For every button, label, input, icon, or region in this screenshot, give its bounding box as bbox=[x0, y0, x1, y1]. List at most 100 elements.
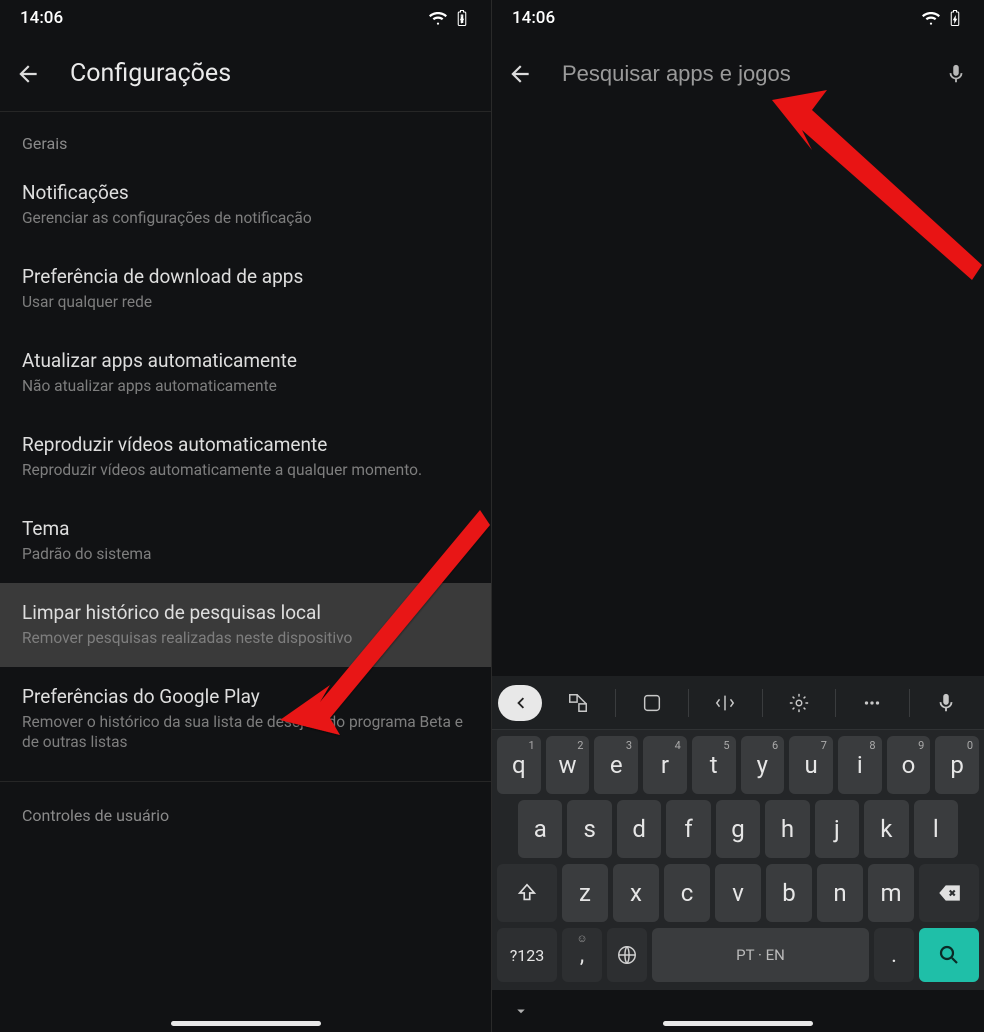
app-bar-settings: Configurações bbox=[0, 36, 491, 112]
item-atualizar-apps[interactable]: Atualizar apps automaticamente Não atual… bbox=[0, 331, 491, 415]
text-select-icon bbox=[714, 692, 736, 714]
status-time: 14:06 bbox=[512, 8, 555, 28]
back-button[interactable] bbox=[14, 60, 42, 88]
arrow-back-icon bbox=[507, 61, 533, 87]
keyboard: 1q 2w 3e 4r 5t 6y 7u 8i 9o 0p a s d f g … bbox=[492, 676, 984, 990]
keyboard-tool-resize[interactable] bbox=[693, 684, 758, 722]
keyboard-tool-translate[interactable] bbox=[546, 684, 611, 722]
status-icons bbox=[429, 9, 471, 27]
key-a[interactable]: a bbox=[518, 800, 562, 858]
shift-icon bbox=[516, 882, 538, 904]
search-input[interactable] bbox=[562, 61, 914, 87]
item-sub: Reproduzir vídeos automaticamente a qual… bbox=[22, 460, 469, 481]
keyboard-row-2: a s d f g h j k l bbox=[492, 794, 984, 858]
key-f[interactable]: f bbox=[666, 800, 710, 858]
key-r[interactable]: 4r bbox=[643, 736, 687, 794]
item-limpar-historico[interactable]: Limpar histórico de pesquisas local Remo… bbox=[0, 583, 491, 667]
item-sub: Remover o histórico da sua lista de dese… bbox=[22, 712, 469, 754]
key-y[interactable]: 6y bbox=[741, 736, 785, 794]
keyboard-row-3: z x c v b n m bbox=[492, 858, 984, 922]
settings-list[interactable]: Gerais Notificações Gerenciar as configu… bbox=[0, 112, 491, 1032]
key-period[interactable]: . bbox=[874, 928, 914, 982]
wifi-icon bbox=[429, 9, 447, 27]
nav-handle[interactable] bbox=[171, 1021, 321, 1026]
key-shift[interactable] bbox=[497, 864, 557, 922]
section-header-controles: Controles de usuário bbox=[0, 782, 491, 835]
item-reproduzir-videos[interactable]: Reproduzir vídeos automaticamente Reprod… bbox=[0, 415, 491, 499]
key-language[interactable] bbox=[607, 928, 647, 982]
key-t[interactable]: 5t bbox=[692, 736, 736, 794]
key-comma[interactable]: ☺, bbox=[562, 928, 602, 982]
key-p[interactable]: 0p bbox=[935, 736, 979, 794]
key-g[interactable]: g bbox=[716, 800, 760, 858]
key-z[interactable]: z bbox=[562, 864, 608, 922]
item-title: Atualizar apps automaticamente bbox=[22, 349, 469, 372]
search-results-empty bbox=[492, 112, 984, 676]
keyboard-row-1: 1q 2w 3e 4r 5t 6y 7u 8i 9o 0p bbox=[492, 730, 984, 794]
key-symbols[interactable]: ?123 bbox=[497, 928, 557, 982]
keyboard-tool-settings[interactable] bbox=[767, 684, 832, 722]
arrow-back-icon bbox=[15, 61, 41, 87]
item-notificacoes[interactable]: Notificações Gerenciar as configurações … bbox=[0, 163, 491, 247]
battery-icon bbox=[946, 9, 964, 27]
item-title: Tema bbox=[22, 517, 469, 540]
key-o[interactable]: 9o bbox=[887, 736, 931, 794]
key-e[interactable]: 3e bbox=[594, 736, 638, 794]
key-k[interactable]: k bbox=[864, 800, 908, 858]
item-title: Preferências do Google Play bbox=[22, 685, 469, 708]
section-header-gerais: Gerais bbox=[0, 112, 491, 163]
key-i[interactable]: 8i bbox=[838, 736, 882, 794]
item-tema[interactable]: Tema Padrão do sistema bbox=[0, 499, 491, 583]
key-s[interactable]: s bbox=[567, 800, 611, 858]
item-title: Preferência de download de apps bbox=[22, 265, 469, 288]
chevron-down-icon[interactable] bbox=[512, 1002, 530, 1020]
battery-icon bbox=[453, 9, 471, 27]
key-w[interactable]: 2w bbox=[546, 736, 590, 794]
more-horizontal-icon bbox=[861, 692, 883, 714]
search-icon bbox=[937, 943, 961, 967]
sticker-icon bbox=[641, 692, 663, 714]
key-d[interactable]: d bbox=[617, 800, 661, 858]
key-j[interactable]: j bbox=[815, 800, 859, 858]
wifi-icon bbox=[922, 9, 940, 27]
key-q[interactable]: 1q bbox=[497, 736, 541, 794]
item-sub: Gerenciar as configurações de notificaçã… bbox=[22, 208, 469, 229]
key-x[interactable]: x bbox=[613, 864, 659, 922]
translate-icon bbox=[567, 692, 589, 714]
status-bar: 14:06 bbox=[0, 0, 491, 36]
page-title: Configurações bbox=[70, 59, 231, 88]
key-h[interactable]: h bbox=[765, 800, 809, 858]
key-u[interactable]: 7u bbox=[789, 736, 833, 794]
status-icons bbox=[922, 9, 964, 27]
microphone-icon bbox=[935, 692, 957, 714]
keyboard-toolbar-expand[interactable] bbox=[498, 685, 542, 721]
item-title: Notificações bbox=[22, 181, 469, 204]
key-space[interactable]: PT · EN bbox=[652, 928, 869, 982]
key-backspace[interactable] bbox=[919, 864, 979, 922]
key-c[interactable]: c bbox=[664, 864, 710, 922]
phone-left-settings: 14:06 Configurações Gerais Notificações … bbox=[0, 0, 492, 1032]
key-n[interactable]: n bbox=[817, 864, 863, 922]
status-bar: 14:06 bbox=[492, 0, 984, 36]
keyboard-tool-more[interactable] bbox=[840, 684, 905, 722]
keyboard-tool-voice[interactable] bbox=[914, 684, 979, 722]
item-preferencias-google-play[interactable]: Preferências do Google Play Remover o hi… bbox=[0, 667, 491, 772]
back-button[interactable] bbox=[506, 60, 534, 88]
nav-handle[interactable] bbox=[663, 1021, 813, 1026]
key-m[interactable]: m bbox=[868, 864, 914, 922]
key-l[interactable]: l bbox=[914, 800, 958, 858]
voice-search-button[interactable] bbox=[942, 60, 970, 88]
item-sub: Não atualizar apps automaticamente bbox=[22, 376, 469, 397]
item-title: Reproduzir vídeos automaticamente bbox=[22, 433, 469, 456]
item-title: Limpar histórico de pesquisas local bbox=[22, 601, 469, 624]
key-search[interactable] bbox=[919, 928, 979, 982]
status-time: 14:06 bbox=[20, 8, 63, 28]
microphone-icon bbox=[945, 63, 967, 85]
key-v[interactable]: v bbox=[715, 864, 761, 922]
key-b[interactable]: b bbox=[766, 864, 812, 922]
item-preferencia-download[interactable]: Preferência de download de apps Usar qua… bbox=[0, 247, 491, 331]
gear-icon bbox=[788, 692, 810, 714]
keyboard-tool-sticker[interactable] bbox=[620, 684, 685, 722]
globe-icon bbox=[616, 944, 638, 966]
item-sub: Remover pesquisas realizadas neste dispo… bbox=[22, 628, 469, 649]
